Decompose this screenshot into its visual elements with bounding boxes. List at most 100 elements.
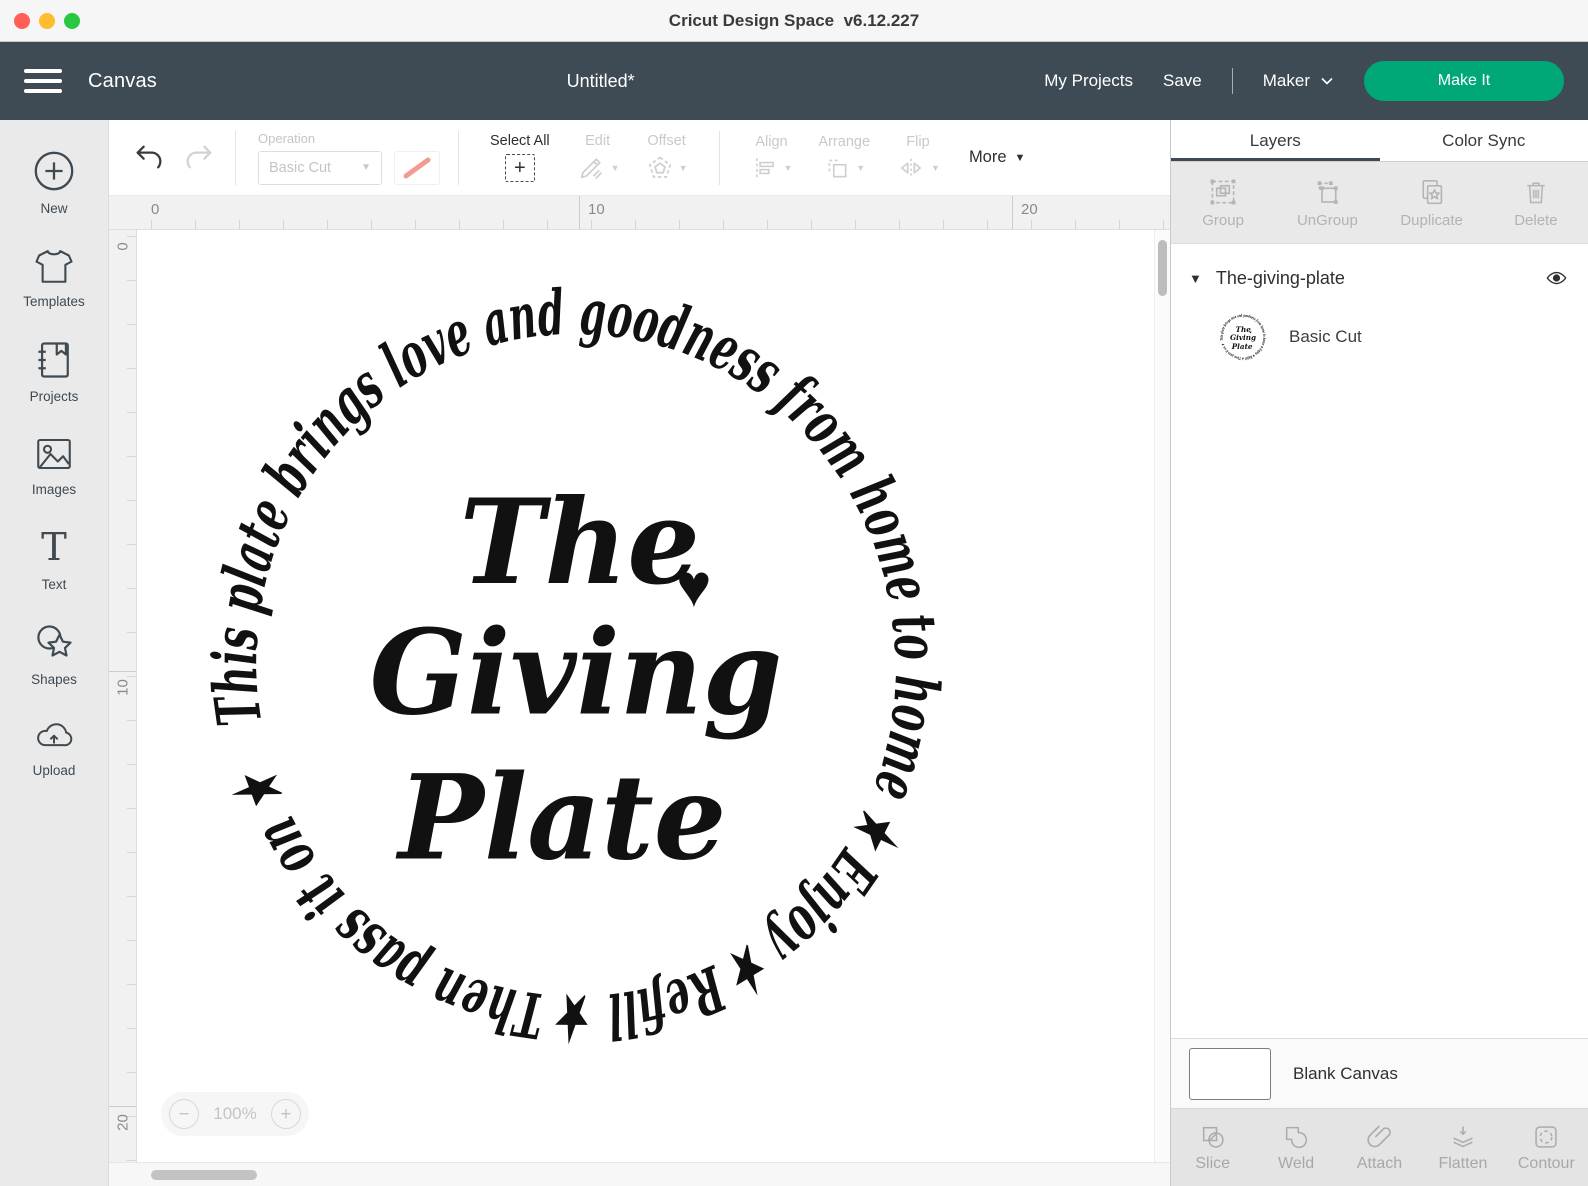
collapse-caret-icon[interactable]: ▼: [1189, 271, 1202, 286]
horizontal-scrollbar[interactable]: [109, 1162, 1170, 1186]
trash-icon: [1527, 181, 1545, 203]
contour-icon: [1535, 1125, 1558, 1148]
edit-toolbar: Operation Basic Cut ▼ Select All + Edit: [109, 120, 1170, 196]
tab-color-sync[interactable]: Color Sync: [1380, 120, 1588, 161]
slice-icon: [1202, 1126, 1224, 1148]
sidebar-item-shapes[interactable]: Shapes: [0, 621, 108, 687]
line-type-icon: [403, 157, 431, 178]
operation-group: Operation Basic Cut ▼: [258, 131, 440, 185]
image-icon: [37, 438, 71, 470]
my-projects-link[interactable]: My Projects: [1044, 71, 1133, 91]
more-caret-icon: ▼: [1014, 151, 1026, 164]
zoom-window-button[interactable]: [64, 13, 80, 29]
flip-button[interactable]: Flip ▼: [896, 134, 940, 181]
machine-name: Maker: [1262, 71, 1310, 90]
ruler-v-label: 20: [114, 1114, 132, 1131]
sidebar-item-upload[interactable]: Upload: [0, 716, 108, 778]
toolbar-divider: [235, 130, 236, 185]
horizontal-ruler: 0 10 20: [109, 196, 1170, 230]
operation-label: Operation: [258, 130, 316, 146]
chevron-down-icon: [1321, 77, 1333, 85]
sidebar-item-projects[interactable]: Projects: [0, 338, 108, 404]
more-button[interactable]: More ▼: [969, 148, 1025, 167]
notebook-icon: [38, 342, 69, 378]
combine-actions: Slice Weld Attach Flatten Contour: [1171, 1108, 1588, 1186]
text-icon: T: [41, 526, 67, 570]
cut-color-swatch[interactable]: [394, 150, 440, 185]
sidebar-item-new[interactable]: New: [0, 148, 108, 216]
align-icon: [755, 158, 774, 178]
horizontal-scrollbar-thumb[interactable]: [151, 1170, 257, 1180]
select-caret-icon: ▼: [361, 162, 371, 173]
vertical-scrollbar[interactable]: [1154, 230, 1170, 1162]
undo-icon[interactable]: [131, 142, 167, 174]
redo-icon[interactable]: [181, 142, 217, 174]
edit-button[interactable]: Edit ▼: [576, 133, 620, 182]
ungroup-button[interactable]: UnGroup: [1275, 177, 1379, 229]
ruler-h-label: 10: [588, 201, 605, 218]
visibility-eye-icon[interactable]: [1543, 267, 1570, 289]
zoom-in-button[interactable]: +: [270, 1099, 301, 1129]
group-button[interactable]: Group: [1171, 177, 1275, 229]
slice-button[interactable]: Slice: [1171, 1123, 1254, 1173]
ungroup-icon: [1318, 180, 1338, 204]
vertical-ruler: 0 10 20: [109, 230, 137, 1162]
panel-tabs: Layers Color Sync: [1171, 120, 1588, 162]
offset-button[interactable]: Offset ▼: [646, 133, 688, 182]
machine-selector[interactable]: Maker: [1263, 71, 1334, 91]
layer-group-row[interactable]: ▼ The-giving-plate: [1171, 252, 1588, 304]
delete-button[interactable]: Delete: [1484, 177, 1588, 229]
duplicate-button[interactable]: Duplicate: [1380, 177, 1484, 229]
window-title: Cricut Design Space v6.12.227: [668, 10, 920, 30]
layers-panel: Layers Color Sync Group UnGroup Duplicat…: [1170, 120, 1588, 1186]
flatten-icon: [1453, 1126, 1473, 1147]
toolbar-divider: [458, 130, 459, 185]
sidebar-item-images[interactable]: Images: [0, 433, 108, 497]
close-window-button[interactable]: [14, 13, 30, 29]
weld-icon: [1286, 1126, 1308, 1148]
paperclip-icon: [1366, 1125, 1391, 1147]
layer-name: Basic Cut: [1289, 327, 1362, 346]
save-link[interactable]: Save: [1163, 71, 1202, 91]
plus-circle-icon: [34, 151, 74, 191]
blank-canvas-thumbnail: [1189, 1047, 1271, 1100]
blank-canvas-label: Blank Canvas: [1293, 1063, 1398, 1083]
sidebar-item-text[interactable]: T Text: [0, 526, 108, 592]
layer-row-basic-cut[interactable]: Basic Cut: [1171, 304, 1588, 370]
make-it-button[interactable]: Make It: [1364, 61, 1564, 101]
canvas-label: Canvas: [88, 69, 158, 92]
arrange-button[interactable]: Arrange ▼: [818, 134, 870, 181]
giving-plate-design[interactable]: [196, 275, 956, 1055]
dropdown-caret-icon: ▼: [931, 163, 940, 173]
flatten-button[interactable]: Flatten: [1421, 1123, 1504, 1173]
contour-button[interactable]: Contour: [1505, 1123, 1588, 1173]
design-canvas[interactable]: − 100% +: [137, 230, 1154, 1162]
select-all-button[interactable]: Select All +: [490, 133, 550, 182]
weld-button[interactable]: Weld: [1254, 1123, 1337, 1173]
vertical-scrollbar-thumb[interactable]: [1158, 240, 1167, 296]
layer-group-name: The-giving-plate: [1215, 267, 1345, 288]
zoom-control: − 100% +: [161, 1092, 309, 1136]
traffic-lights: [14, 13, 80, 29]
operation-select[interactable]: Basic Cut ▼: [258, 150, 382, 185]
document-title[interactable]: Untitled*: [157, 71, 1044, 92]
ruler-h-label: 0: [151, 201, 160, 218]
ruler-h-major: [1012, 196, 1013, 229]
operation-value: Basic Cut: [269, 159, 332, 176]
zoom-out-button[interactable]: −: [169, 1099, 199, 1129]
flip-icon: [900, 158, 922, 178]
group-icon: [1210, 179, 1236, 204]
layer-thumbnail: [1219, 313, 1267, 361]
attach-button[interactable]: Attach: [1338, 1123, 1421, 1173]
svg-text:T: T: [41, 526, 67, 570]
sidebar-item-templates[interactable]: Templates: [0, 245, 108, 309]
layer-actions: Group UnGroup Duplicate Delete: [1171, 162, 1588, 244]
tab-layers[interactable]: Layers: [1171, 120, 1380, 161]
blank-canvas-row[interactable]: Blank Canvas: [1171, 1038, 1588, 1108]
ruler-v-major: [109, 671, 136, 672]
ruler-h-major: [579, 196, 580, 229]
minimize-window-button[interactable]: [39, 13, 55, 29]
menu-icon[interactable]: [24, 69, 62, 93]
align-button[interactable]: Align ▼: [751, 134, 792, 181]
dropdown-caret-icon: ▼: [610, 163, 620, 173]
